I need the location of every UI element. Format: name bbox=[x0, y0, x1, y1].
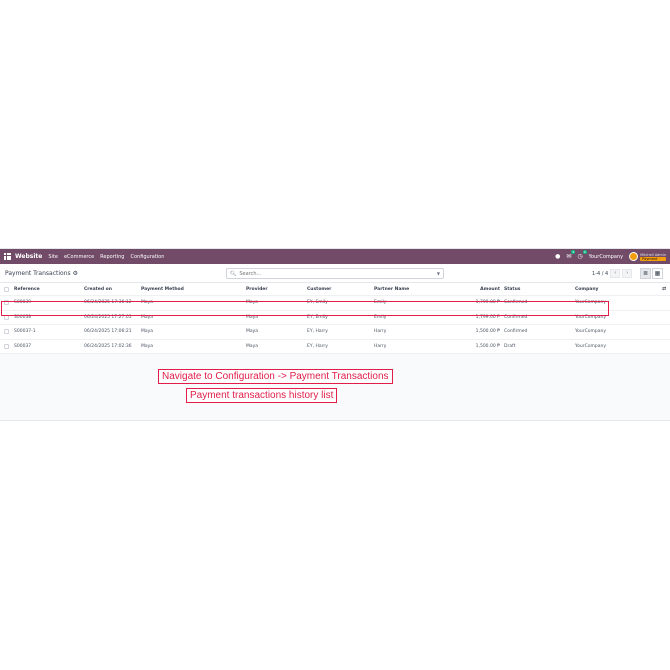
user-name: Mitchell Admin bbox=[640, 252, 666, 257]
cell-method: Maya bbox=[141, 300, 154, 306]
column-header-customer[interactable]: Customer bbox=[307, 287, 331, 292]
search-options-caret-icon[interactable]: ▼ bbox=[437, 271, 440, 276]
column-header-company[interactable]: Company bbox=[575, 287, 598, 292]
annotation-navigate: Navigate to Configuration -> Payment Tra… bbox=[158, 369, 393, 384]
activity-icon[interactable]: ◷ 4 bbox=[577, 250, 587, 260]
optional-columns-icon[interactable]: ⇄ bbox=[662, 286, 666, 292]
pager-value[interactable]: 1-4 / 4 bbox=[592, 271, 608, 277]
menu-site[interactable]: Site bbox=[48, 254, 58, 260]
column-header-reference[interactable]: Reference bbox=[14, 287, 40, 292]
control-panel: Payment Transactions ⚙ 🔍︎ ▼ 1-4 / 4 ‹ › … bbox=[0, 264, 670, 283]
page-title: Payment Transactions bbox=[5, 269, 71, 277]
cell-status: Confirmed bbox=[504, 329, 528, 335]
select-all-checkbox[interactable] bbox=[4, 286, 9, 292]
pager-prev-icon[interactable]: ‹ bbox=[610, 269, 621, 278]
menu-configuration[interactable]: Configuration bbox=[130, 254, 164, 260]
table-row[interactable]: S00037-1 06/24/2025 17:06:21 Maya Maya E… bbox=[0, 325, 670, 340]
search-icon: 🔍︎ bbox=[230, 270, 237, 277]
row-checkbox[interactable] bbox=[4, 343, 9, 349]
gear-icon[interactable]: ⚙ bbox=[73, 270, 78, 277]
table-header: Reference Created on Payment Method Prov… bbox=[0, 283, 670, 296]
cell-partner: Harry bbox=[374, 343, 387, 349]
cell-amount: 1,799.00 ₱ bbox=[475, 300, 500, 306]
cell-method: Maya bbox=[141, 314, 154, 320]
cell-status: Confirmed bbox=[504, 314, 528, 320]
search-input[interactable] bbox=[239, 270, 437, 277]
cell-reference: S00039 bbox=[14, 300, 32, 306]
menu-reporting[interactable]: Reporting bbox=[100, 254, 124, 260]
cell-created: 06/24/2025 17:02:36 bbox=[84, 343, 132, 349]
chat-badge: 5 bbox=[571, 250, 576, 254]
cell-amount: 1,500.00 ₱ bbox=[475, 343, 500, 349]
cell-customer: EY, Emily bbox=[307, 314, 328, 320]
cell-provider: Maya bbox=[246, 314, 259, 320]
menu-ecommerce[interactable]: eCommerce bbox=[64, 254, 94, 260]
cell-company: YourCompany bbox=[575, 329, 607, 335]
column-header-created[interactable]: Created on bbox=[84, 287, 112, 292]
transactions-table: Reference Created on Payment Method Prov… bbox=[0, 283, 670, 354]
cell-reference: S00037 bbox=[14, 343, 32, 349]
database-badge: Payment bbox=[640, 256, 666, 261]
activity-badge: 4 bbox=[582, 250, 587, 254]
cell-created: 06/24/2025 17:06:21 bbox=[84, 329, 132, 335]
navbar-right: ● ✉ 5 ◷ 4 YourCompany Mitchell Admin Payme… bbox=[555, 250, 666, 261]
list-view-icon[interactable]: ≣ bbox=[640, 268, 651, 279]
column-header-status[interactable]: Status bbox=[504, 287, 520, 292]
row-checkbox[interactable] bbox=[4, 314, 9, 320]
column-header-amount[interactable]: Amount bbox=[440, 287, 500, 292]
cell-company: YourCompany bbox=[575, 343, 607, 349]
cell-method: Maya bbox=[141, 343, 154, 349]
cell-created: 06/24/2025 17:27:05 bbox=[84, 314, 132, 320]
table-row[interactable]: S00039 06/24/2025 17:36:12 Maya Maya EY,… bbox=[0, 296, 670, 311]
company-switcher[interactable]: YourCompany bbox=[589, 254, 623, 260]
cell-company: YourCompany bbox=[575, 314, 607, 320]
user-menu[interactable]: Mitchell Admin Payment bbox=[629, 252, 666, 261]
cell-status: Draft bbox=[504, 343, 516, 349]
row-checkbox[interactable] bbox=[4, 329, 9, 335]
cell-partner: Emily bbox=[374, 314, 387, 320]
column-header-method[interactable]: Payment Method bbox=[141, 287, 184, 292]
cell-provider: Maya bbox=[246, 329, 259, 335]
cell-reference: S00037-1 bbox=[14, 329, 36, 335]
table-row[interactable]: S00037 06/24/2025 17:02:36 Maya Maya EY,… bbox=[0, 340, 670, 354]
cell-amount: 1,799.00 ₱ bbox=[475, 314, 500, 320]
search-bar[interactable]: 🔍︎ ▼ bbox=[226, 268, 444, 279]
cell-provider: Maya bbox=[246, 343, 259, 349]
app-brand[interactable]: Website bbox=[15, 253, 42, 260]
cell-provider: Maya bbox=[246, 300, 259, 306]
cell-partner: Emily bbox=[374, 300, 387, 306]
cell-company: YourCompany bbox=[575, 300, 607, 306]
pager-next-icon[interactable]: › bbox=[622, 269, 633, 278]
cell-customer: EY, Harry bbox=[307, 343, 328, 349]
apps-grid-icon[interactable] bbox=[4, 253, 11, 260]
table-row[interactable]: S00038 06/24/2025 17:27:05 Maya Maya EY,… bbox=[0, 311, 670, 325]
cell-created: 06/24/2025 17:36:12 bbox=[84, 300, 132, 306]
column-header-partner[interactable]: Partner Name bbox=[374, 287, 409, 292]
chat-icon[interactable]: ✉ 5 bbox=[566, 250, 576, 260]
cell-status: Confirmed bbox=[504, 300, 528, 306]
view-switcher: ≣ ▦ bbox=[640, 268, 663, 279]
cell-customer: EY, Emily bbox=[307, 300, 328, 306]
top-navbar: Website Site eCommerce Reporting Configu… bbox=[0, 249, 670, 264]
kanban-view-icon[interactable]: ▦ bbox=[652, 268, 663, 279]
cell-customer: EY, Harry bbox=[307, 329, 328, 335]
cell-method: Maya bbox=[141, 329, 154, 335]
pager: 1-4 / 4 ‹ › bbox=[592, 269, 633, 278]
avatar bbox=[629, 252, 639, 261]
column-header-provider[interactable]: Provider bbox=[246, 287, 268, 292]
cell-reference: S00038 bbox=[14, 314, 32, 320]
cell-amount: 1,500.00 ₱ bbox=[475, 329, 500, 335]
annotation-list: Payment transactions history list bbox=[186, 388, 338, 403]
row-checkbox[interactable] bbox=[4, 300, 9, 306]
cell-partner: Harry bbox=[374, 329, 387, 335]
bug-icon[interactable]: ● bbox=[555, 253, 560, 260]
